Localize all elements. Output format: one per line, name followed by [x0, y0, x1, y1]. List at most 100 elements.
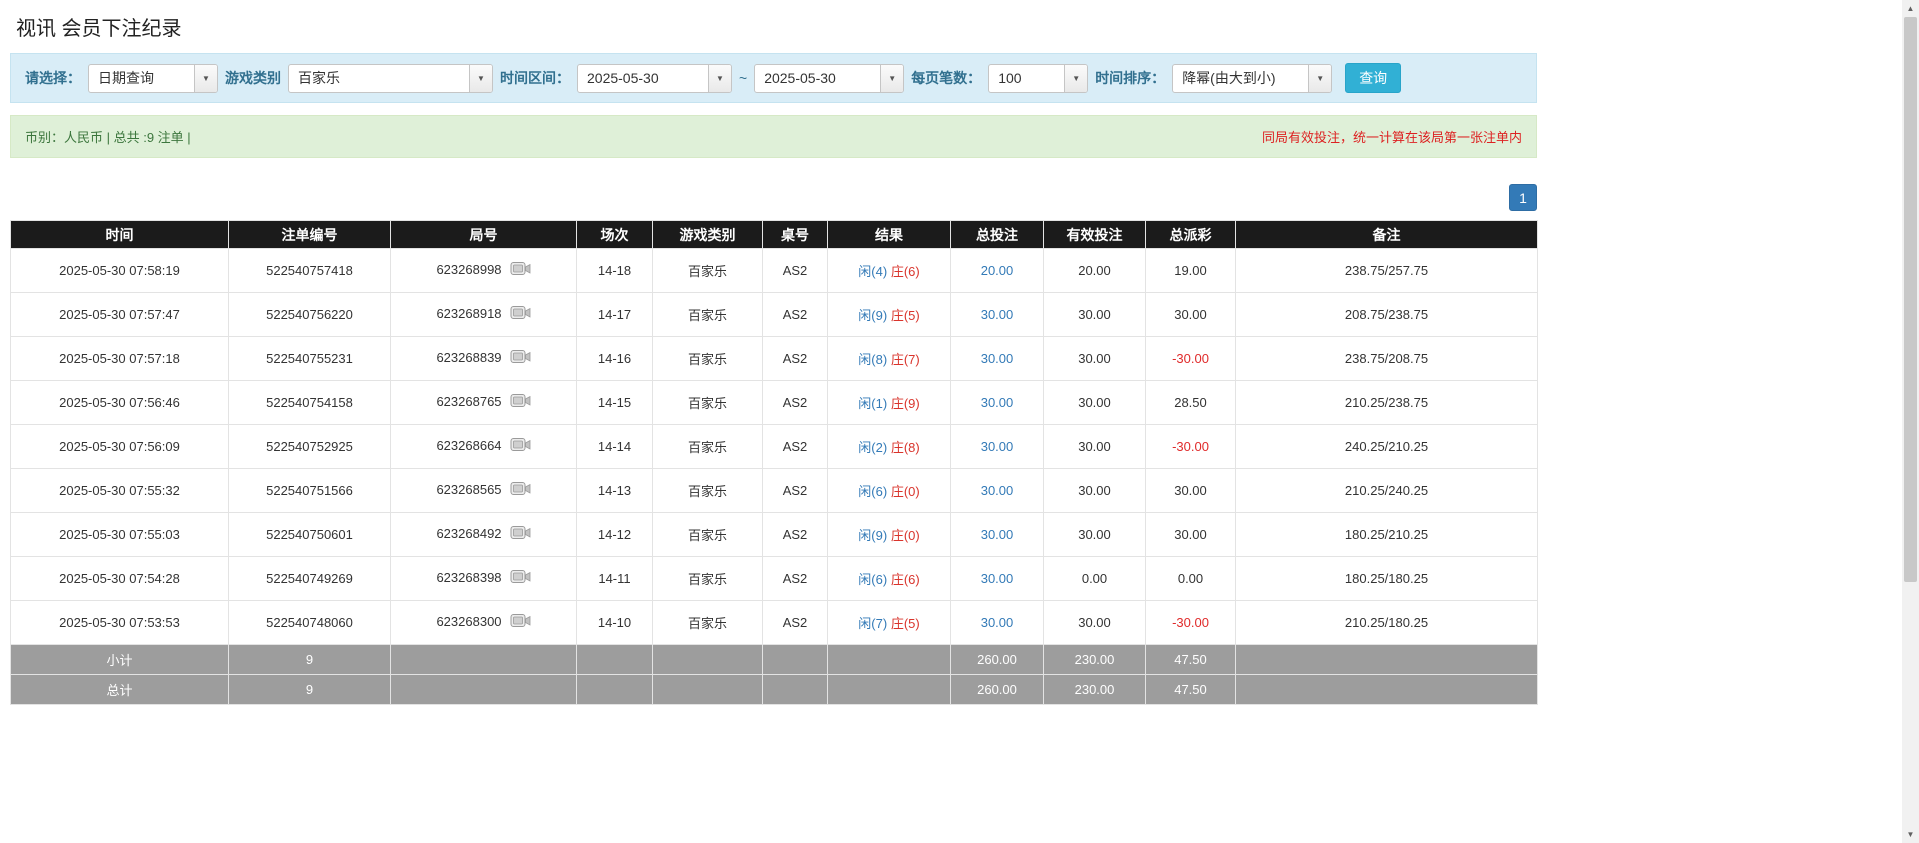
total-bet-link[interactable]: 30.00 [981, 571, 1014, 586]
cell-total-bet: 30.00 [951, 601, 1044, 645]
game-replay-icon[interactable] [510, 613, 531, 632]
table-row: 2025-05-30 07:56:46522540754158623268765… [11, 381, 1538, 425]
cell-total-bet: 20.00 [951, 249, 1044, 293]
chevron-down-icon[interactable]: ▼ [708, 65, 731, 92]
cell-time: 2025-05-30 07:57:47 [11, 293, 229, 337]
result-player: 闲(6) [858, 484, 887, 499]
footer-empty-cell [763, 645, 828, 675]
chevron-down-icon[interactable]: ▼ [1308, 65, 1331, 92]
cell-time: 2025-05-30 07:58:19 [11, 249, 229, 293]
result-player: 闲(2) [858, 440, 887, 455]
search-button[interactable]: 查询 [1345, 63, 1401, 93]
total-bet-link[interactable]: 30.00 [981, 527, 1014, 542]
vertical-scrollbar[interactable]: ▲ ▼ [1902, 0, 1919, 843]
result-banker: 庄(8) [891, 440, 920, 455]
cell-table-number: AS2 [763, 469, 828, 513]
cell-session: 14-17 [577, 293, 653, 337]
chevron-down-icon[interactable]: ▼ [469, 65, 492, 92]
cell-round: 623268492 [391, 513, 577, 557]
cell-total-bet: 30.00 [951, 337, 1044, 381]
subtotal-row: 小计9260.00230.0047.50 [11, 645, 1538, 675]
column-header: 桌号 [763, 221, 828, 249]
column-header: 结果 [828, 221, 951, 249]
game-replay-icon[interactable] [510, 393, 531, 412]
footer-label: 总计 [11, 675, 229, 705]
game-replay-icon[interactable] [510, 261, 531, 280]
column-header: 时间 [11, 221, 229, 249]
footer-count: 9 [229, 675, 391, 705]
cell-bet-id: 522540752925 [229, 425, 391, 469]
round-number: 623268839 [436, 350, 501, 365]
footer-payout: 47.50 [1146, 675, 1236, 705]
footer-empty-cell [1236, 675, 1538, 705]
result-player: 闲(4) [858, 264, 887, 279]
date-to-select[interactable]: 2025-05-30 ▼ [754, 64, 904, 93]
cell-valid-bet: 30.00 [1044, 513, 1146, 557]
game-replay-icon[interactable] [510, 525, 531, 544]
bet-table-body: 2025-05-30 07:58:19522540757418623268998… [11, 249, 1538, 705]
chevron-down-icon[interactable]: ▼ [1064, 65, 1087, 92]
cell-table-number: AS2 [763, 601, 828, 645]
total-bet-link[interactable]: 30.00 [981, 307, 1014, 322]
summary-note: 同局有效投注，统一计算在该局第一张注单内 [1262, 127, 1522, 146]
pagination: 1 [10, 184, 1537, 211]
total-bet-link[interactable]: 30.00 [981, 483, 1014, 498]
cell-round: 623268300 [391, 601, 577, 645]
cell-round: 623268998 [391, 249, 577, 293]
round-number: 623268664 [436, 438, 501, 453]
footer-empty-cell [391, 645, 577, 675]
scrollbar-up-arrow[interactable]: ▲ [1902, 0, 1919, 17]
total-bet-link[interactable]: 30.00 [981, 615, 1014, 630]
page-button-1[interactable]: 1 [1509, 184, 1537, 211]
cell-note: 208.75/238.75 [1236, 293, 1538, 337]
result-player: 闲(6) [858, 572, 887, 587]
query-type-label: 请选择： [25, 68, 81, 88]
date-from-select[interactable]: 2025-05-30 ▼ [577, 64, 732, 93]
cell-round: 623268664 [391, 425, 577, 469]
result-player: 闲(9) [858, 308, 887, 323]
cell-session: 14-15 [577, 381, 653, 425]
scrollbar-thumb[interactable] [1904, 17, 1917, 582]
footer-payout: 47.50 [1146, 645, 1236, 675]
game-replay-icon[interactable] [510, 481, 531, 500]
total-row: 总计9260.00230.0047.50 [11, 675, 1538, 705]
footer-empty-cell [653, 675, 763, 705]
cell-result: 闲(6) 庄(6) [828, 557, 951, 601]
game-replay-icon[interactable] [510, 437, 531, 456]
query-type-select[interactable]: 日期查询 ▼ [88, 64, 218, 93]
footer-empty-cell [577, 645, 653, 675]
page-size-label: 每页笔数： [911, 68, 981, 88]
chevron-down-icon[interactable]: ▼ [880, 65, 903, 92]
cell-game-type: 百家乐 [653, 249, 763, 293]
footer-empty-cell [828, 675, 951, 705]
total-bet-link[interactable]: 20.00 [981, 263, 1014, 278]
footer-empty-cell [577, 675, 653, 705]
round-number: 623268565 [436, 482, 501, 497]
round-number: 623268765 [436, 394, 501, 409]
footer-count: 9 [229, 645, 391, 675]
total-bet-link[interactable]: 30.00 [981, 395, 1014, 410]
total-bet-link[interactable]: 30.00 [981, 439, 1014, 454]
cell-time: 2025-05-30 07:55:03 [11, 513, 229, 557]
game-replay-icon[interactable] [510, 305, 531, 324]
total-bet-link[interactable]: 30.00 [981, 351, 1014, 366]
scrollbar-down-arrow[interactable]: ▼ [1902, 826, 1919, 843]
cell-round: 623268839 [391, 337, 577, 381]
cell-total-bet: 30.00 [951, 381, 1044, 425]
cell-table-number: AS2 [763, 425, 828, 469]
cell-payout: 30.00 [1146, 469, 1236, 513]
footer-empty-cell [653, 645, 763, 675]
page-size-select[interactable]: 100 ▼ [988, 64, 1088, 93]
game-replay-icon[interactable] [510, 569, 531, 588]
sort-order-label: 时间排序： [1095, 68, 1165, 88]
game-replay-icon[interactable] [510, 349, 531, 368]
sort-order-select[interactable]: 降幂(由大到小) ▼ [1172, 64, 1332, 93]
summary-bar: 币别：人民币 | 总共 :9 注单 | 同局有效投注，统一计算在该局第一张注单内 [10, 115, 1537, 158]
cell-payout: 30.00 [1146, 293, 1236, 337]
chevron-down-icon[interactable]: ▼ [194, 65, 217, 92]
cell-payout: 28.50 [1146, 381, 1236, 425]
game-type-select[interactable]: 百家乐 ▼ [288, 64, 493, 93]
result-player: 闲(9) [858, 528, 887, 543]
column-header: 有效投注 [1044, 221, 1146, 249]
footer-empty-cell [1236, 645, 1538, 675]
